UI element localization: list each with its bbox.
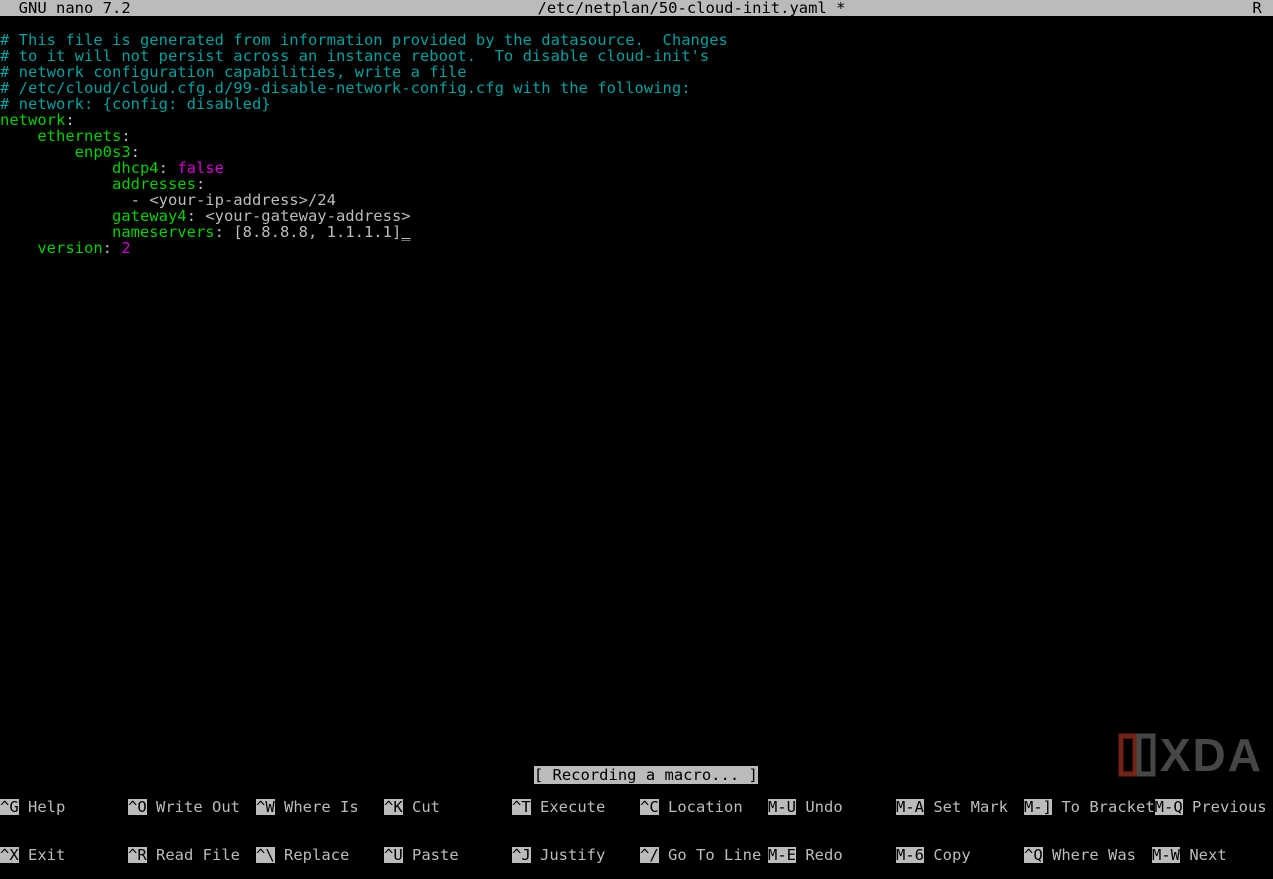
shortcut-label: Execute bbox=[531, 799, 606, 815]
shortcut-key: ^W bbox=[256, 799, 275, 815]
editor-area[interactable]: # This file is generated from informatio… bbox=[0, 16, 1273, 256]
shortcut-key: M-U bbox=[768, 799, 796, 815]
app-name: GNU nano 7.2 bbox=[0, 0, 131, 16]
shortcut-key: ^U bbox=[384, 847, 403, 863]
shortcut-key: M-Q bbox=[1155, 799, 1183, 815]
shortcut-label: Cut bbox=[403, 799, 440, 815]
shortcut-item[interactable]: ^G Help bbox=[0, 799, 128, 815]
title-flag: R bbox=[1252, 0, 1273, 16]
shortcut-item[interactable]: M-E Redo bbox=[768, 847, 896, 863]
shortcut-item[interactable]: ^J Justify bbox=[512, 847, 640, 863]
yaml-key: version bbox=[37, 239, 102, 257]
shortcut-label: Where Was bbox=[1043, 847, 1136, 863]
shortcut-key: ^K bbox=[384, 799, 403, 815]
cursor: _ bbox=[401, 223, 410, 241]
shortcut-label: Location bbox=[659, 799, 743, 815]
shortcut-key: ^/ bbox=[640, 847, 659, 863]
shortcut-key: ^G bbox=[0, 799, 19, 815]
shortcut-label: Write Out bbox=[147, 799, 240, 815]
shortcut-item[interactable]: ^R Read File bbox=[128, 847, 256, 863]
shortcut-label: Redo bbox=[796, 847, 843, 863]
shortcut-item[interactable]: ^/ Go To Line bbox=[640, 847, 768, 863]
shortcut-item[interactable]: ^T Execute bbox=[512, 799, 640, 815]
shortcut-item[interactable]: M-U Undo bbox=[768, 799, 896, 815]
shortcut-label: Paste bbox=[403, 847, 459, 863]
shortcut-item[interactable]: M-6 Copy bbox=[896, 847, 1024, 863]
status-line: [ Recording a macro... ] bbox=[0, 751, 1273, 767]
shortcut-item[interactable]: ^U Paste bbox=[384, 847, 512, 863]
shortcut-item[interactable]: ^Q Where Was bbox=[1024, 847, 1152, 863]
shortcut-label: Undo bbox=[796, 799, 843, 815]
yaml-value: 2 bbox=[121, 239, 130, 257]
shortcut-key: ^R bbox=[128, 847, 147, 863]
footer-row-2: ^X Exit^R Read File^\ Replace^U Paste^J … bbox=[0, 847, 1273, 863]
shortcut-key: M-E bbox=[768, 847, 796, 863]
shortcut-item[interactable]: ^K Cut bbox=[384, 799, 512, 815]
shortcut-item[interactable]: M-Q Previous bbox=[1155, 799, 1273, 815]
shortcut-label: Exit bbox=[19, 847, 66, 863]
shortcut-item[interactable]: ^\ Replace bbox=[256, 847, 384, 863]
shortcut-label: Help bbox=[19, 799, 66, 815]
shortcut-label: Where Is bbox=[275, 799, 359, 815]
footer: ^G Help^O Write Out^W Where Is^K Cut^T E… bbox=[0, 767, 1273, 799]
shortcut-key: ^T bbox=[512, 799, 531, 815]
title-bar: GNU nano 7.2 /etc/netplan/50-cloud-init.… bbox=[0, 0, 1273, 16]
shortcut-key: M-6 bbox=[896, 847, 924, 863]
shortcut-label: Next bbox=[1180, 847, 1227, 863]
shortcut-label: Justify bbox=[531, 847, 606, 863]
shortcut-key: ^X bbox=[0, 847, 19, 863]
shortcut-item[interactable]: M-A Set Mark bbox=[896, 799, 1024, 815]
footer-row-1: ^G Help^O Write Out^W Where Is^K Cut^T E… bbox=[0, 799, 1273, 815]
shortcut-label: Go To Line bbox=[659, 847, 762, 863]
shortcut-label: To Bracket bbox=[1052, 799, 1155, 815]
shortcut-label: Replace bbox=[275, 847, 350, 863]
shortcut-label: Copy bbox=[924, 847, 971, 863]
shortcut-key: ^J bbox=[512, 847, 531, 863]
shortcut-item[interactable]: ^X Exit bbox=[0, 847, 128, 863]
shortcut-key: ^Q bbox=[1024, 847, 1043, 863]
shortcut-item[interactable]: ^O Write Out bbox=[128, 799, 256, 815]
file-name: /etc/netplan/50-cloud-init.yaml * bbox=[131, 0, 1253, 16]
shortcut-item[interactable]: ^W Where Is bbox=[256, 799, 384, 815]
shortcut-label: Read File bbox=[147, 847, 240, 863]
shortcut-key: ^C bbox=[640, 799, 659, 815]
shortcut-key: ^O bbox=[128, 799, 147, 815]
yaml-value: [8.8.8.8, 1.1.1.1] bbox=[233, 223, 401, 241]
shortcut-label: Previous bbox=[1183, 799, 1267, 815]
shortcut-key: ^\ bbox=[256, 847, 275, 863]
shortcut-label: Set Mark bbox=[924, 799, 1008, 815]
shortcut-item[interactable]: ^C Location bbox=[640, 799, 768, 815]
shortcut-item[interactable]: M-W Next bbox=[1152, 847, 1273, 863]
shortcut-key: M-] bbox=[1024, 799, 1052, 815]
shortcut-key: M-A bbox=[896, 799, 924, 815]
shortcut-key: M-W bbox=[1152, 847, 1180, 863]
shortcut-item[interactable]: M-] To Bracket bbox=[1024, 799, 1155, 815]
